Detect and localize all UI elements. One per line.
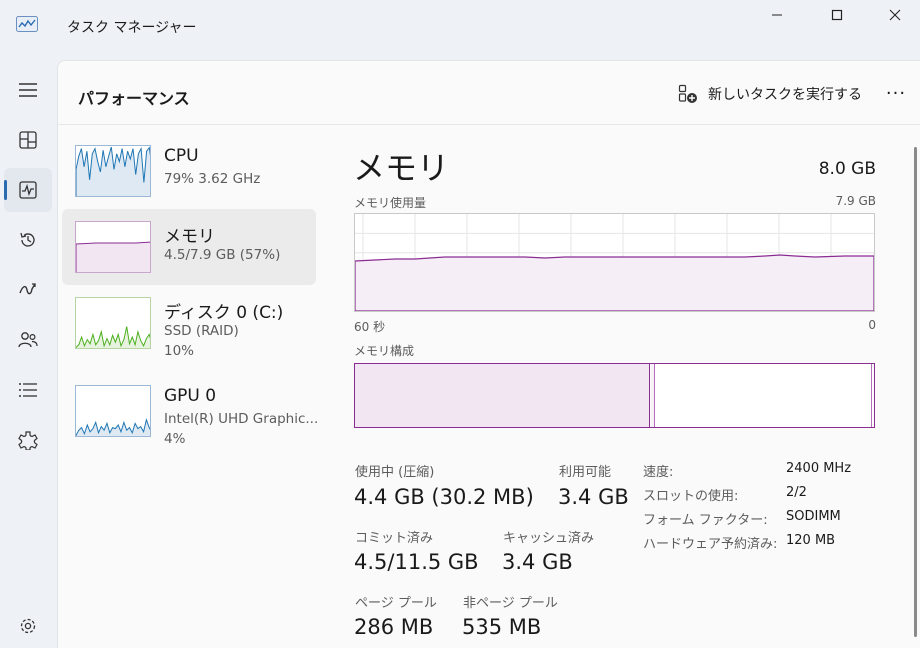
task-manager-icon [16,16,38,32]
window-title: タスク マネージャー [67,20,197,36]
details-icon [19,383,37,397]
in-use-value: 4.4 GB (30.2 MB) [354,485,534,509]
composition-modified [651,364,655,427]
resource-usage: 10% [164,343,195,359]
detail-title: メモリ [353,149,450,187]
maximize-button[interactable] [808,0,866,30]
graph-axis-right: 0 [868,318,876,332]
more-options-button[interactable]: ··· [878,79,914,107]
memory-total: 8.0 GB [818,159,876,179]
form-factor-label: フォーム ファクター: [643,513,768,528]
paged-pool-value: 286 MB [354,615,434,639]
hardware-reserved-label: ハードウェア予約済み: [643,537,778,552]
speed-value: 2400 MHz [786,461,852,476]
resource-name: GPU 0 [164,386,217,406]
nav-startup-apps[interactable] [4,268,52,312]
speed-label: 速度: [643,465,674,480]
vertical-scrollbar[interactable] [914,147,917,637]
form-factor-value: SODIMM [786,509,841,524]
resource-usage: 4% [164,431,186,447]
nonpaged-pool-label: 非ページ プール [463,596,558,611]
resource-detail: 4.5/7.9 GB (57%) [164,247,281,263]
cpu-thumbnail-graph [75,145,151,197]
memory-composition-bar [354,363,875,428]
nav-app-history[interactable] [4,218,52,262]
resource-name: CPU [164,146,199,166]
settings-icon [20,618,36,634]
usage-graph-label: メモリ使用量 [354,196,427,210]
close-icon [889,9,901,21]
memory-thumbnail-graph [75,221,151,273]
committed-label: コミット済み [355,531,434,546]
resource-detail: Intel(R) UHD Graphic... [164,411,319,427]
slots-used-label: スロットの使用: [643,489,739,504]
gpu-thumbnail-graph [75,385,151,437]
nonpaged-pool-value: 535 MB [462,615,542,639]
resource-item-gpu[interactable]: GPU 0 Intel(R) UHD Graphic... 4% [62,373,319,449]
nav-services[interactable] [4,418,52,462]
performance-icon [19,181,37,199]
composition-label: メモリ構成 [354,344,415,358]
services-icon [18,431,38,450]
nav-users[interactable] [4,318,52,362]
committed-value: 4.5/11.5 GB [354,550,479,574]
run-new-task-button[interactable]: 新しいタスクを実行する [678,81,862,107]
users-icon [18,332,38,348]
nav-processes[interactable] [4,118,52,162]
nav-settings[interactable] [4,604,52,648]
startup-apps-icon [19,283,36,295]
close-button[interactable] [866,0,920,30]
resource-detail: 79% 3.62 GHz [164,171,261,187]
in-use-label: 使用中 (圧縮) [355,465,435,480]
minimize-icon [772,14,782,16]
left-navigation [0,56,56,648]
hardware-reserved-value: 120 MB [786,533,836,548]
run-new-task-label: 新しいタスクを実行する [708,87,862,103]
cached-label: キャッシュ済み [503,531,595,546]
resource-name: メモリ [164,227,215,247]
panel-header: パフォーマンス 新しいタスクを実行する ··· [58,61,920,125]
resource-detail: SSD (RAID) [164,323,239,339]
paged-pool-label: ページ プール [355,596,437,611]
resource-item-disk[interactable]: ディスク 0 (C:) SSD (RAID) 10% [62,285,316,361]
processes-icon [19,131,37,149]
title-bar: タスク マネージャー [0,0,920,56]
composition-in-use [355,364,650,427]
minimize-button[interactable] [748,0,806,30]
resource-item-cpu[interactable]: CPU 79% 3.62 GHz [62,133,316,209]
hamburger-menu-icon [19,83,37,97]
resource-name: ディスク 0 (C:) [164,303,284,323]
resource-item-memory[interactable]: メモリ 4.5/7.9 GB (57%) [62,209,316,285]
page-title: パフォーマンス [78,89,190,108]
hamburger-menu-button[interactable] [4,68,52,112]
available-value: 3.4 GB [558,485,629,509]
selected-indicator [4,180,7,200]
disk-thumbnail-graph [75,297,151,349]
memory-usage-graph [354,213,875,312]
usage-graph-max: 7.9 GB [835,194,876,208]
nav-details[interactable] [4,368,52,412]
app-history-icon [20,232,35,247]
maximize-icon [831,9,843,21]
nav-performance[interactable] [4,168,52,212]
slots-used-value: 2/2 [786,485,807,500]
new-task-icon [678,84,697,103]
cached-value: 3.4 GB [502,550,573,574]
main-panel: パフォーマンス 新しいタスクを実行する ··· CPU 79% 3.62 GHz [57,60,920,648]
graph-axis-left: 60 秒 [354,320,386,334]
composition-free-end [871,364,874,427]
available-label: 利用可能 [559,465,612,480]
